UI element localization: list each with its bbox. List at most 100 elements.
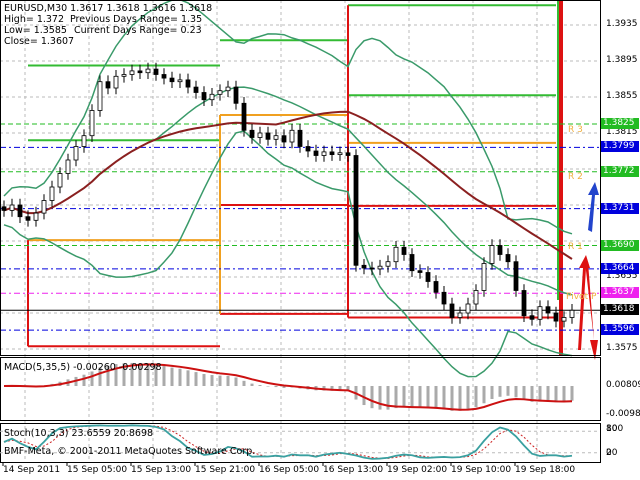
price-axis-label: 1.3935 [606,19,638,29]
candle-body [89,110,95,137]
price-box-1.3731: 1.3731 [601,202,639,214]
price-box-1.3772: 1.3772 [601,165,639,177]
stoch-axis-0: 0 [606,448,612,458]
candle-body [121,74,127,77]
macd-axis-top: 0.00809 [606,380,640,390]
candle-body [417,270,423,273]
price-axis-label: 1.3895 [606,55,638,65]
time-axis-label: 16 Sep 13:00 [323,465,384,475]
candle-body [489,245,495,264]
candle-body [233,86,239,104]
candle-body [497,245,503,255]
candle-body [185,79,191,88]
candle-body [225,86,231,92]
candle-body [129,70,135,75]
candle-body [537,306,543,320]
price-box-1.3664: 1.3664 [601,262,639,274]
candle-body [345,152,351,156]
candle-body [385,261,391,267]
candle-body [401,246,407,255]
candle-body [137,70,143,74]
candle-body [217,90,223,95]
candle-body [521,290,527,317]
candle-body [481,263,487,291]
candle-body [297,129,303,147]
close-value: Close= 1.3607 [4,36,75,47]
candle-body [449,303,455,318]
time-axis-label: 15 Sep 05:00 [67,465,128,475]
candle-body [425,272,431,282]
candle-body [169,77,175,83]
low-value: Low= 1.3585 [4,25,67,36]
price-axis-label: 1.3855 [606,91,638,101]
candle-body [513,261,519,291]
price-box-1.3825: 1.3825 [601,118,639,129]
candle-body [65,159,71,174]
price-chart [0,0,601,466]
candle-body [553,312,559,322]
candle-body [313,150,319,156]
price-box-1.3637: 1.3637 [601,287,639,299]
candle-body [49,186,55,201]
price-box-1.3618: 1.3618 [601,304,639,316]
stoch-label: Stoch(10,3,3) 23.6559 20.8698 [4,428,154,439]
time-axis-label: 14 Sep 2011 [3,465,61,475]
candle-body [465,303,471,314]
candle-body [273,135,279,140]
candle-body [473,290,479,305]
candle-body [337,152,343,156]
candle-body [289,129,295,143]
time-axis-label: 19 Sep 10:00 [451,465,512,475]
candle-body [161,74,167,79]
candle-body [353,155,359,266]
candle-body [433,281,439,293]
candle-body [369,267,375,270]
forecast-arrow-up-blue [588,182,599,232]
candle-body [1,206,7,211]
previous-days-range: Previous Days Range= 1.35 [70,14,203,25]
candle-body [321,151,327,156]
candle-body [41,200,47,214]
candle-body [377,265,383,270]
candle-body [17,204,23,218]
candle-body [529,315,535,320]
candle-body [545,306,551,314]
time-axis-label: 15 Sep 21:00 [195,465,256,475]
stoch-axis-80: 80 [606,424,618,434]
candle-body [57,173,63,188]
candle-body [265,132,271,140]
candle-body [393,246,399,263]
time-axis-label: 16 Sep 05:00 [259,465,320,475]
copyright: BMF-Meta, © 2001-2011 MetaQuotes Softwar… [4,446,256,457]
candle-body [105,81,111,89]
price-box-1.3596: 1.3596 [601,324,639,336]
candle-body [153,68,159,75]
candle-body [257,132,263,138]
candle-body [361,264,367,269]
main-panel-border [0,0,601,356]
symbol-ohlc: EURUSD,M30 1.3617 1.3618 1.3616 1.3618 [4,3,213,14]
time-axis-label: 15 Sep 13:00 [131,465,192,475]
candle-body [409,254,415,272]
candle-body [305,146,311,152]
time-axis-label: 19 Sep 18:00 [515,465,576,475]
candle-body [329,151,335,155]
candle-body [145,68,151,74]
high-value: High= 1.372 [4,14,65,25]
candle-body [209,93,215,101]
r3-label: R 3 [568,125,583,135]
candle-body [97,81,103,111]
candle-body [33,212,39,221]
candle-body [201,92,207,101]
candle-body [249,129,255,138]
candle-body [81,135,87,147]
macd-label: MACD(5,35,5) -0.00260 -0.00298 [4,362,162,373]
candle-body [561,317,567,322]
candle-body [113,75,119,89]
candle-body [241,102,247,131]
candle-body [177,79,183,83]
r2-label: R 2 [568,172,583,182]
candle-body [25,216,31,221]
candle-body [505,254,511,263]
price-axis-label: 1.3575 [606,343,638,353]
